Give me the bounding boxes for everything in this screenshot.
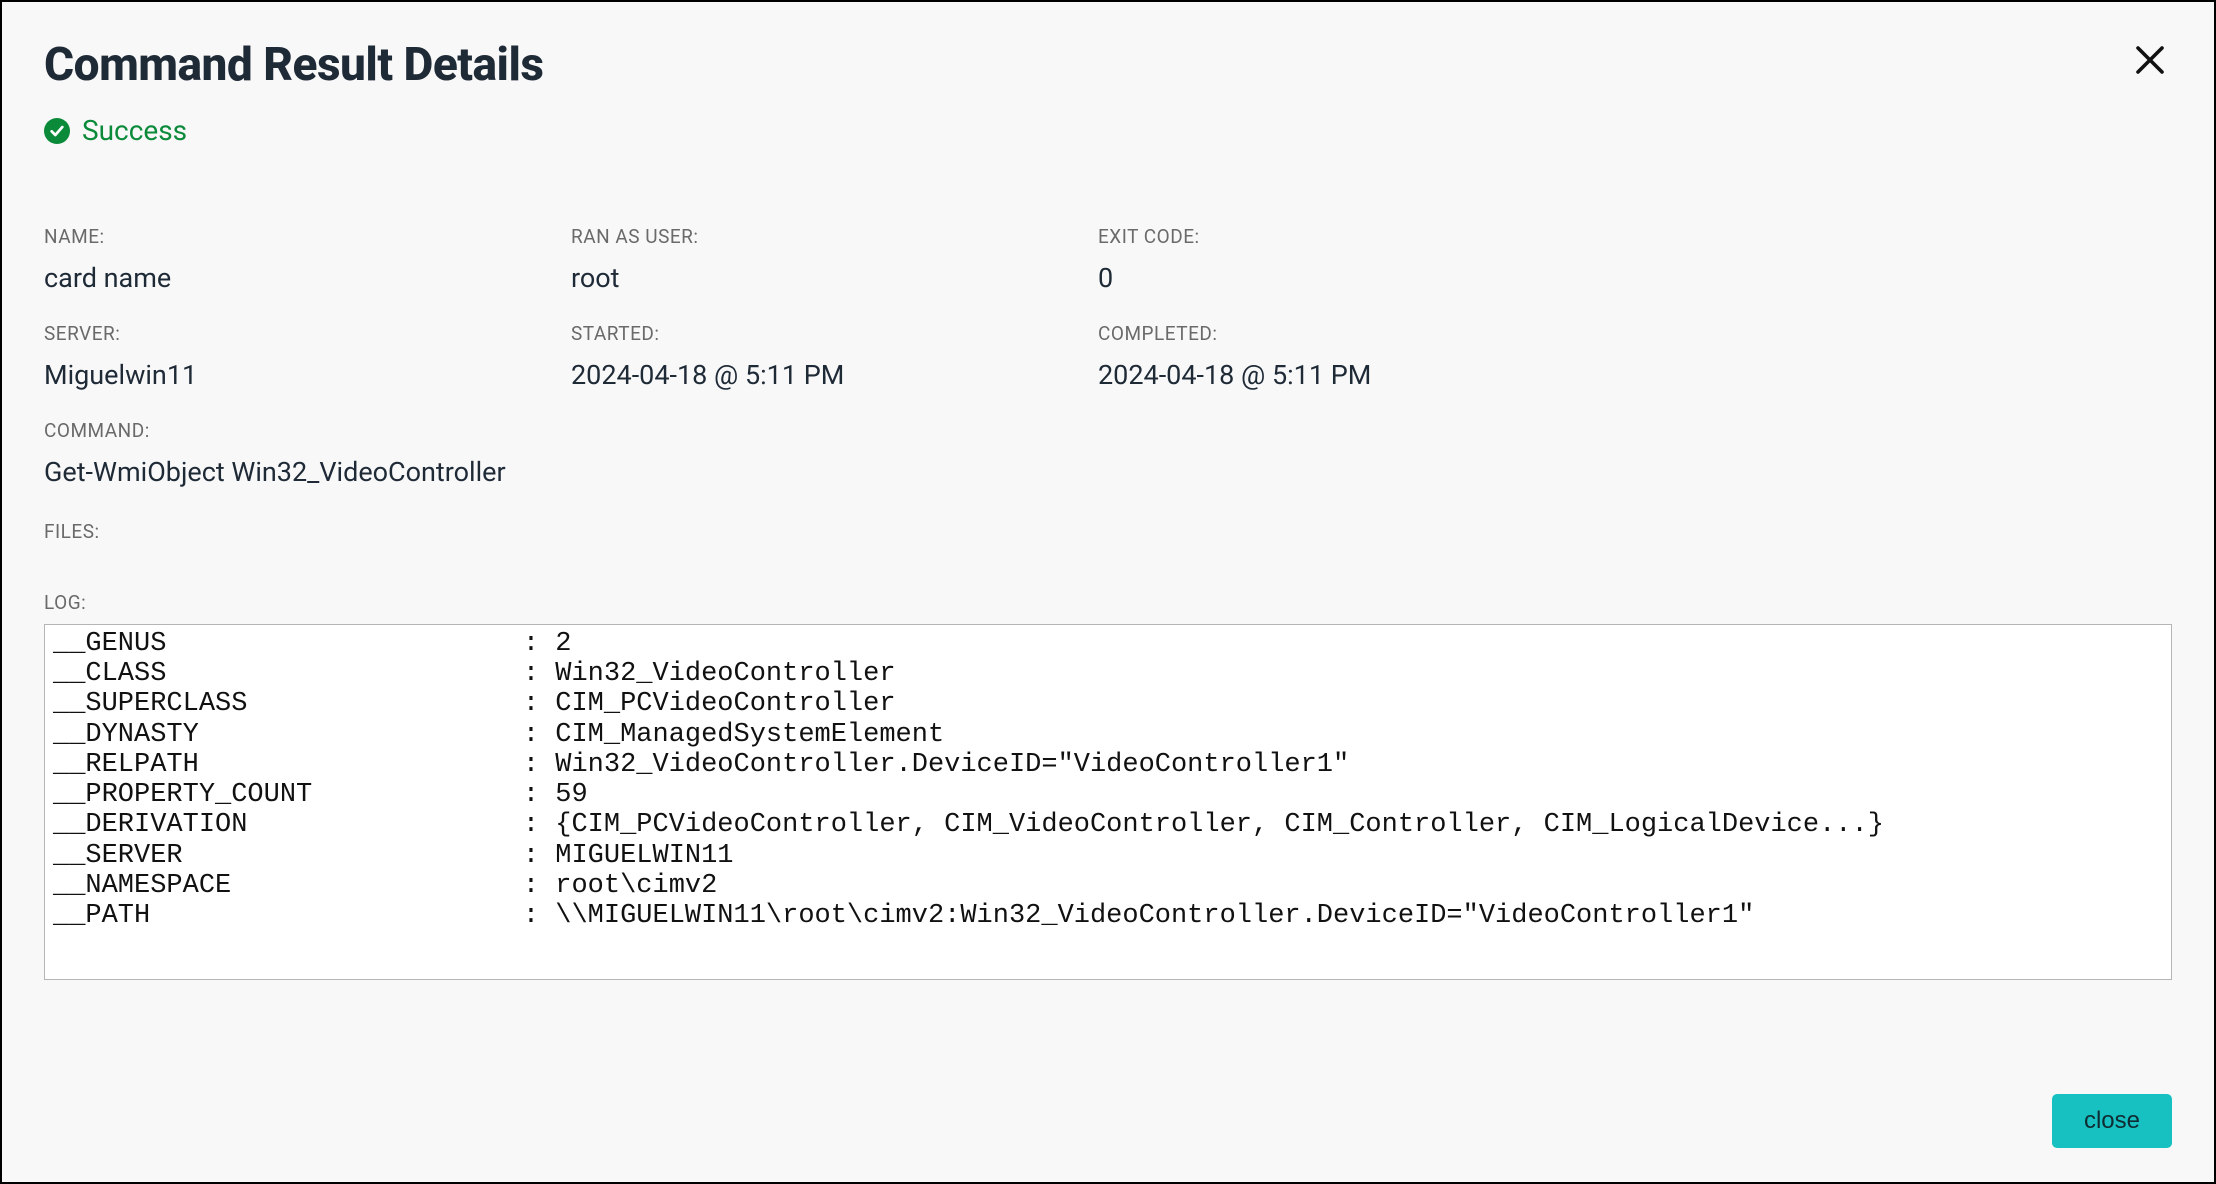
ran-as-value: root	[571, 262, 1098, 294]
dialog-header: Command Result Details	[44, 38, 2172, 92]
ran-as-label: RAN AS USER:	[571, 225, 1098, 248]
command-value: Get-WmiObject Win32_VideoController	[44, 456, 1625, 488]
close-icon[interactable]	[2128, 42, 2172, 85]
completed-value: 2024-04-18 @ 5:11 PM	[1098, 359, 1625, 391]
completed-label: COMPLETED:	[1098, 322, 1625, 345]
fields-grid: NAME: card name RAN AS USER: root EXIT C…	[44, 225, 2172, 488]
started-label: STARTED:	[571, 322, 1098, 345]
field-server: SERVER: Miguelwin11	[44, 322, 571, 391]
dialog-title: Command Result Details	[44, 38, 543, 92]
log-output[interactable]: __GENUS : 2 __CLASS : Win32_VideoControl…	[44, 624, 2172, 980]
close-button[interactable]: close	[2052, 1094, 2172, 1148]
success-check-icon	[44, 118, 70, 144]
log-label: LOG:	[44, 591, 2172, 614]
status-row: Success	[44, 114, 2172, 147]
exit-code-value: 0	[1098, 262, 1625, 294]
field-started: STARTED: 2024-04-18 @ 5:11 PM	[571, 322, 1098, 391]
name-label: NAME:	[44, 225, 571, 248]
server-value: Miguelwin11	[44, 359, 571, 391]
command-result-dialog: Command Result Details Success NAME: car…	[0, 0, 2216, 1184]
dialog-footer: close	[2052, 1094, 2172, 1148]
status-label: Success	[82, 114, 187, 147]
field-command: COMMAND: Get-WmiObject Win32_VideoContro…	[44, 419, 1625, 488]
name-value: card name	[44, 262, 571, 294]
exit-code-label: EXIT CODE:	[1098, 225, 1625, 248]
server-label: SERVER:	[44, 322, 571, 345]
field-completed: COMPLETED: 2024-04-18 @ 5:11 PM	[1098, 322, 1625, 391]
files-label: FILES:	[44, 520, 2172, 543]
field-exit-code: EXIT CODE: 0	[1098, 225, 1625, 294]
command-label: COMMAND:	[44, 419, 1625, 442]
field-name: NAME: card name	[44, 225, 571, 294]
started-value: 2024-04-18 @ 5:11 PM	[571, 359, 1098, 391]
field-ran-as-user: RAN AS USER: root	[571, 225, 1098, 294]
